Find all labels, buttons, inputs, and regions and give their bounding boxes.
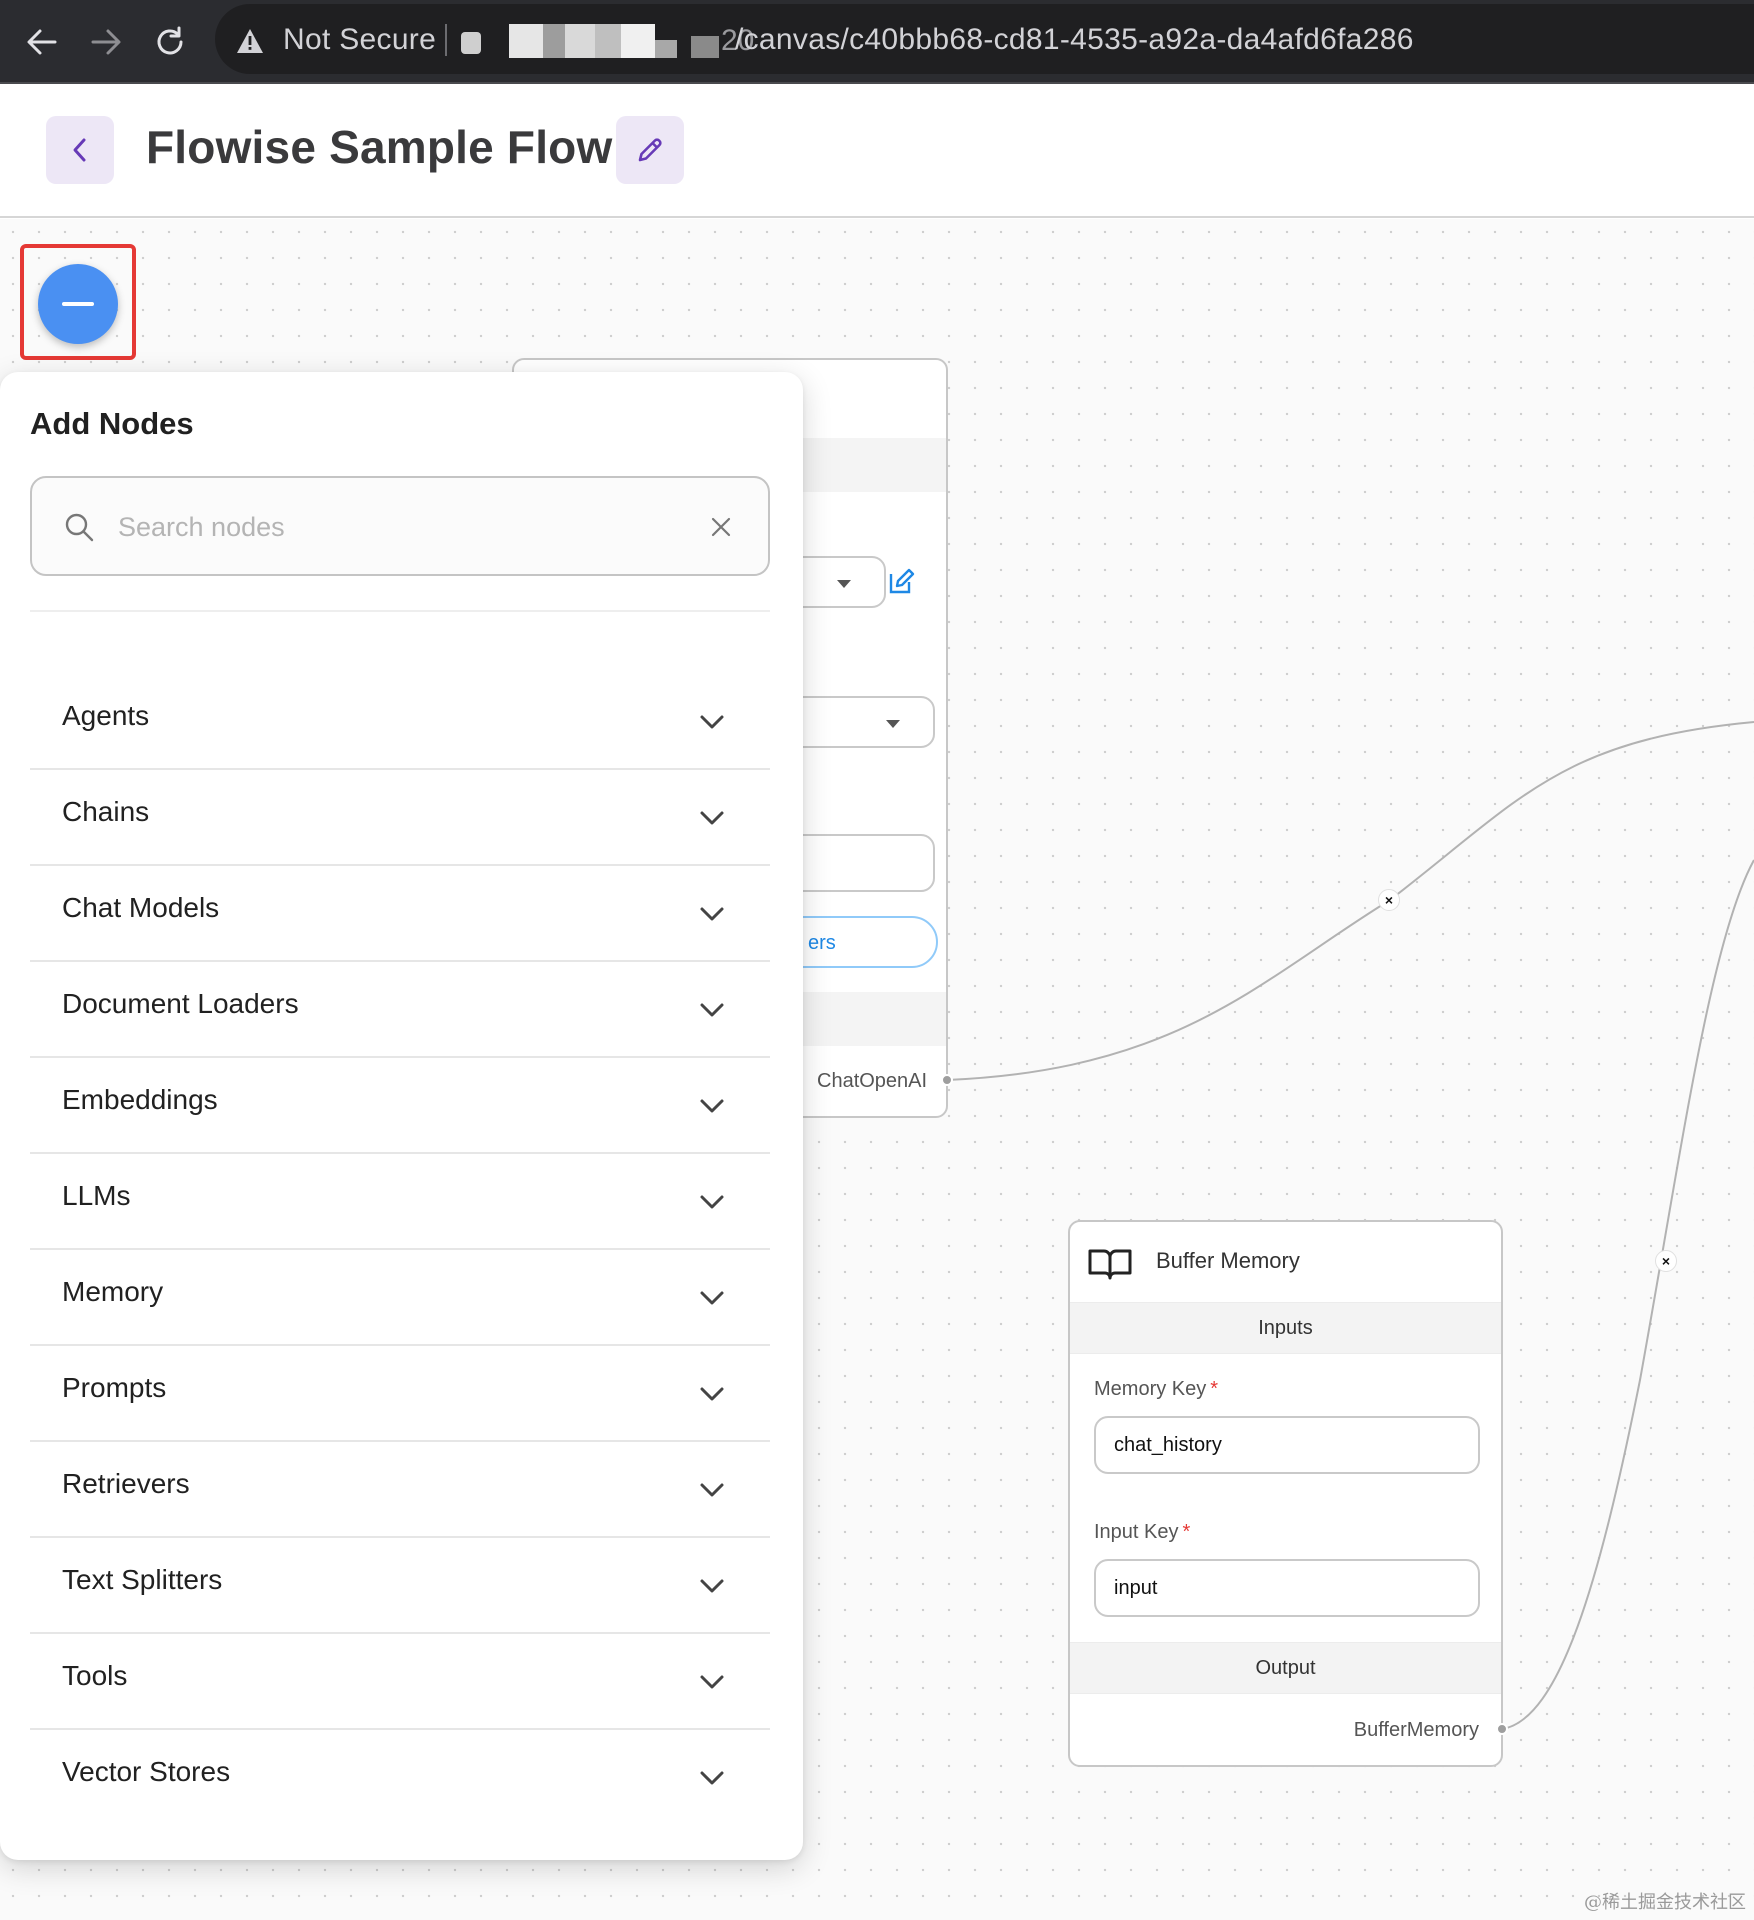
- category-document-loaders[interactable]: Document Loaders: [30, 962, 770, 1058]
- flow-header: Flowise Sample Flow: [0, 86, 1754, 218]
- memory-key-input[interactable]: chat_history: [1094, 1416, 1480, 1474]
- category-tools[interactable]: Tools: [30, 1634, 770, 1730]
- chevron-down-icon: [700, 1771, 724, 1785]
- category-label: Text Splitters: [62, 1564, 223, 1595]
- caret-down-icon: [837, 580, 851, 588]
- required-mark: *: [1210, 1378, 1219, 1400]
- buffer-memory-node[interactable]: Buffer Memory Inputs Memory Key * chat_hi…: [1068, 1220, 1503, 1767]
- book-icon: [1088, 1249, 1132, 1280]
- add-nodes-panel: Add Nodes Agents Chains Chat Models Docu…: [0, 372, 803, 1860]
- edge-delete-button[interactable]: ×: [1655, 1250, 1677, 1272]
- category-chains[interactable]: Chains: [30, 770, 770, 866]
- category-label: LLMs: [62, 1180, 131, 1211]
- chevron-down-icon: [700, 1387, 724, 1401]
- category-label: Chat Models: [62, 892, 220, 923]
- minus-icon: [62, 302, 94, 306]
- category-retrievers[interactable]: Retrievers: [30, 1442, 770, 1538]
- inputs-label: Inputs: [1258, 1316, 1313, 1339]
- watermark: @稀土掘金技术社区: [1584, 1892, 1746, 1913]
- chevron-down-icon: [700, 1195, 724, 1209]
- category-prompts[interactable]: Prompts: [30, 1346, 770, 1442]
- close-icon[interactable]: [708, 514, 734, 540]
- address-bar[interactable]: Not Secure 20 /canvas/c40bbb68-cd81-4535…: [215, 4, 1754, 74]
- panel-divider: [30, 610, 770, 612]
- redacted-host: 20: [461, 24, 754, 58]
- panel-title: Add Nodes: [30, 406, 194, 441]
- additional-parameters-label: ers: [808, 932, 836, 954]
- memory-key-label: Memory Key *: [1094, 1378, 1218, 1401]
- chevron-down-icon: [700, 1291, 724, 1305]
- back-button[interactable]: [46, 116, 114, 184]
- input-key-label: Input Key *: [1094, 1521, 1190, 1544]
- pencil-icon: [638, 138, 662, 162]
- chevron-down-icon: [700, 1099, 724, 1113]
- caret-down-icon: [886, 720, 900, 728]
- category-label: Retrievers: [62, 1468, 190, 1499]
- category-memory[interactable]: Memory: [30, 1250, 770, 1346]
- chevron-down-icon: [700, 715, 724, 729]
- category-label: Memory: [62, 1276, 164, 1307]
- warning-icon: [235, 27, 265, 60]
- input-key-label-text: Input Key: [1094, 1521, 1179, 1543]
- node-inputs-band: Inputs: [1070, 1302, 1501, 1354]
- chevron-down-icon: [700, 907, 724, 921]
- back-arrow-icon[interactable]: [18, 18, 66, 66]
- category-label: Prompts: [62, 1372, 167, 1403]
- security-label[interactable]: Not Secure: [283, 23, 436, 57]
- node-title: Buffer Memory: [1156, 1248, 1300, 1273]
- chevron-down-icon: [700, 1003, 724, 1017]
- output-label: Output: [1255, 1656, 1316, 1679]
- node-output-label: ChatOpenAI: [817, 1070, 928, 1092]
- category-label: Tools: [62, 1660, 128, 1691]
- toggle-add-nodes-button[interactable]: [38, 264, 118, 344]
- memory-key-label-text: Memory Key: [1094, 1378, 1207, 1400]
- search-input[interactable]: [118, 504, 678, 550]
- edit-title-button[interactable]: [616, 116, 684, 184]
- node-output-label: BufferMemory: [1353, 1719, 1479, 1741]
- category-chat-models[interactable]: Chat Models: [30, 866, 770, 962]
- node-output-band: Output: [1070, 1642, 1501, 1694]
- category-label: Vector Stores: [62, 1756, 231, 1787]
- category-label: Chains: [62, 796, 150, 827]
- category-llms[interactable]: LLMs: [30, 1154, 770, 1250]
- required-mark: *: [1182, 1521, 1191, 1543]
- category-vector-stores[interactable]: Vector Stores: [30, 1730, 770, 1826]
- category-label: Agents: [62, 700, 150, 731]
- chevron-left-icon: [73, 138, 86, 162]
- node-category-list: Agents Chains Chat Models Document Loade…: [30, 674, 770, 1826]
- category-text-splitters[interactable]: Text Splitters: [30, 1538, 770, 1634]
- chatopenai-output-handle[interactable]: [941, 1074, 953, 1086]
- category-label: Document Loaders: [62, 988, 299, 1019]
- category-label: Embeddings: [62, 1084, 218, 1115]
- browser-toolbar: Not Secure 20 /canvas/c40bbb68-cd81-4535…: [0, 0, 1754, 84]
- buffermemory-output-handle[interactable]: [1496, 1723, 1508, 1735]
- node-header: Buffer Memory: [1070, 1222, 1501, 1302]
- search-box[interactable]: [30, 476, 770, 576]
- category-agents[interactable]: Agents: [30, 674, 770, 770]
- chevron-down-icon: [700, 811, 724, 825]
- page-title: Flowise Sample Flow: [146, 121, 613, 173]
- url-separator: [445, 24, 447, 56]
- category-embeddings[interactable]: Embeddings: [30, 1058, 770, 1154]
- input-key-input[interactable]: input: [1094, 1559, 1480, 1617]
- url-text[interactable]: /canvas/c40bbb68-cd81-4535-a92a-da4afd6f…: [735, 23, 1414, 57]
- chevron-down-icon: [700, 1579, 724, 1593]
- edge-delete-button[interactable]: ×: [1378, 889, 1400, 911]
- reload-icon[interactable]: [146, 18, 194, 66]
- chevron-down-icon: [700, 1675, 724, 1689]
- chevron-down-icon: [700, 1483, 724, 1497]
- search-icon: [65, 513, 94, 542]
- forward-arrow-icon[interactable]: [82, 18, 130, 66]
- edit-credential-icon[interactable]: [887, 566, 917, 596]
